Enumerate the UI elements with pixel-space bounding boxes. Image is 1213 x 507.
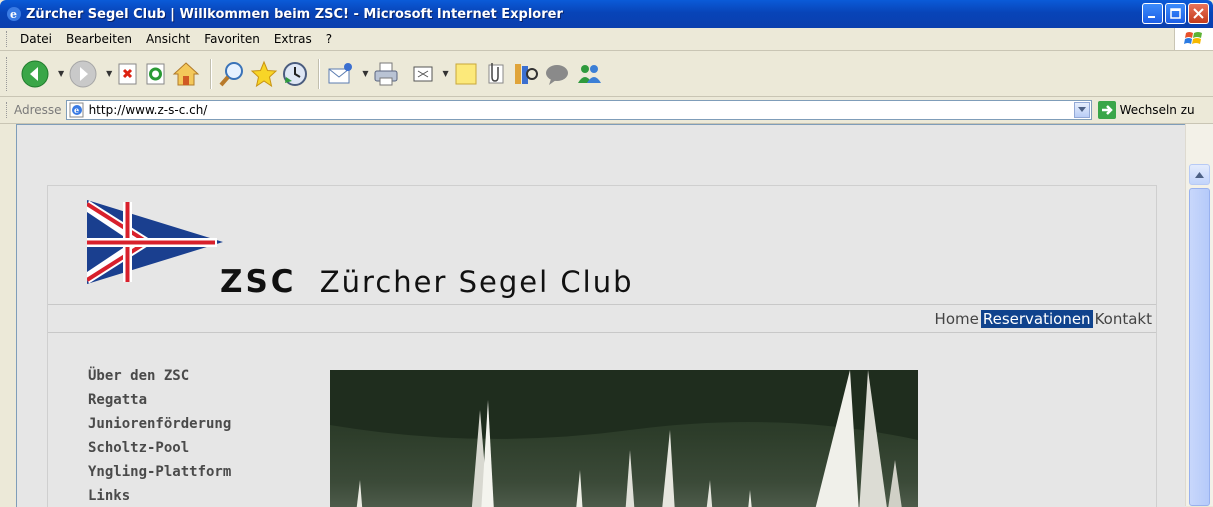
stop-icon xyxy=(118,63,137,84)
messenger-icon xyxy=(577,64,601,83)
refresh-icon xyxy=(146,63,165,84)
sidenav-item-scholtz-pool[interactable]: Scholtz-Pool xyxy=(88,436,231,460)
print-button[interactable] xyxy=(372,58,400,90)
side-navigation: Über den ZSC Regatta Juniorenförderung S… xyxy=(88,364,231,507)
topnav-home[interactable]: Home xyxy=(933,310,981,328)
sidenav-item-ueber[interactable]: Über den ZSC xyxy=(88,364,231,388)
chevron-down-icon xyxy=(1077,107,1086,112)
forward-dropdown-icon[interactable]: ▼ xyxy=(106,69,112,78)
menu-help[interactable]: ? xyxy=(326,32,332,46)
discuss-icon xyxy=(545,64,568,85)
windows-logo-icon xyxy=(1174,28,1213,50)
pennant-logo-icon xyxy=(87,200,223,284)
topnav-reservationen[interactable]: Reservationen xyxy=(980,310,1093,328)
menu-bar: Datei Bearbeiten Ansicht Favoriten Extra… xyxy=(0,28,1213,51)
sidenav-item-regatta[interactable]: Regatta xyxy=(88,388,231,412)
regatta-photo xyxy=(330,370,918,507)
scroll-up-button[interactable] xyxy=(1189,164,1210,185)
mail-button[interactable] xyxy=(326,58,354,90)
favorites-button[interactable] xyxy=(250,58,278,90)
sidenav-item-yngling-plattform[interactable]: Yngling-Plattform xyxy=(88,460,231,484)
search-button[interactable] xyxy=(218,58,246,90)
window-title: Zürcher Segel Club | Willkommen beim ZSC… xyxy=(26,6,563,22)
page-viewport: ZSC Zürcher Segel Club Home Reservatione… xyxy=(16,124,1187,507)
menu-favoriten[interactable]: Favoriten xyxy=(204,32,260,46)
print-icon xyxy=(374,62,398,85)
edit-dropdown-icon[interactable]: ▼ xyxy=(442,69,448,78)
stop-button[interactable] xyxy=(116,58,140,90)
sticky-note-icon xyxy=(455,63,477,84)
menu-ansicht[interactable]: Ansicht xyxy=(146,32,190,46)
back-dropdown-icon[interactable]: ▼ xyxy=(58,69,64,78)
research-icon xyxy=(514,63,538,84)
site-header: ZSC Zürcher Segel Club xyxy=(48,186,1156,304)
standard-toolbar: ▼ ▼ ▼ ▼ xyxy=(0,51,1213,97)
go-arrow-icon xyxy=(1097,101,1116,119)
paperclip-icon xyxy=(488,62,504,83)
forward-button[interactable] xyxy=(68,58,98,90)
forward-icon xyxy=(69,60,97,87)
refresh-button[interactable] xyxy=(144,58,168,90)
url-input[interactable] xyxy=(84,103,1049,117)
menu-bearbeiten[interactable]: Bearbeiten xyxy=(66,32,132,46)
mail-dropdown-icon[interactable]: ▼ xyxy=(362,69,368,78)
sidenav-item-juniorenfoerderung[interactable]: Juniorenförderung xyxy=(88,412,231,436)
note-button[interactable] xyxy=(453,58,479,90)
toolbar-grip[interactable] xyxy=(6,56,10,91)
minimize-button[interactable] xyxy=(1142,3,1163,24)
back-button[interactable] xyxy=(20,58,50,90)
research-button[interactable] xyxy=(511,58,539,90)
edit-button[interactable] xyxy=(412,58,434,90)
home-icon xyxy=(173,61,200,85)
top-navigation: Home Reservationen Kontakt xyxy=(933,310,1154,328)
maximize-button[interactable] xyxy=(1165,3,1186,24)
vertical-scrollbar[interactable] xyxy=(1185,124,1213,506)
sidenav-item-links[interactable]: Links xyxy=(88,484,231,507)
logo-name: Zürcher Segel Club xyxy=(319,265,634,299)
clip-button[interactable] xyxy=(483,58,507,90)
home-button[interactable] xyxy=(172,58,200,90)
toolbar-grip[interactable] xyxy=(6,31,10,47)
messenger-button[interactable] xyxy=(575,58,603,90)
discuss-button[interactable] xyxy=(543,58,571,90)
search-icon xyxy=(219,61,244,86)
menu-extras[interactable]: Extras xyxy=(274,32,312,46)
svg-text:e: e xyxy=(10,8,17,21)
mail-icon xyxy=(328,62,353,83)
site-container: ZSC Zürcher Segel Club Home Reservatione… xyxy=(47,185,1157,507)
address-bar: Adresse e Wechseln zu xyxy=(0,97,1213,124)
address-dropdown-button[interactable] xyxy=(1073,102,1090,118)
close-button[interactable] xyxy=(1188,3,1209,24)
logo-abbreviation: ZSC xyxy=(220,264,297,300)
back-icon xyxy=(21,60,49,87)
history-icon xyxy=(283,61,308,86)
star-icon xyxy=(251,60,278,87)
topnav-kontakt[interactable]: Kontakt xyxy=(1093,310,1154,328)
menu-datei[interactable]: Datei xyxy=(20,32,52,46)
svg-text:e: e xyxy=(74,105,79,115)
address-label: Adresse xyxy=(14,103,62,117)
history-button[interactable] xyxy=(282,58,308,90)
go-label: Wechseln zu xyxy=(1119,103,1195,117)
window-titlebar[interactable]: e Zürcher Segel Club | Willkommen beim Z… xyxy=(0,0,1213,28)
go-button[interactable]: Wechseln zu xyxy=(1097,101,1195,119)
site-logo-text[interactable]: ZSC Zürcher Segel Club xyxy=(220,264,634,300)
toolbar-grip[interactable] xyxy=(6,102,10,118)
page-icon: e xyxy=(69,102,85,118)
window-border-left xyxy=(0,124,16,506)
ie-icon: e xyxy=(6,6,22,22)
chevron-up-icon xyxy=(1195,171,1204,178)
address-field[interactable]: e xyxy=(65,100,1092,120)
edit-icon xyxy=(413,66,433,81)
sailboats-image xyxy=(330,370,918,507)
scrollbar-thumb[interactable] xyxy=(1189,188,1210,506)
